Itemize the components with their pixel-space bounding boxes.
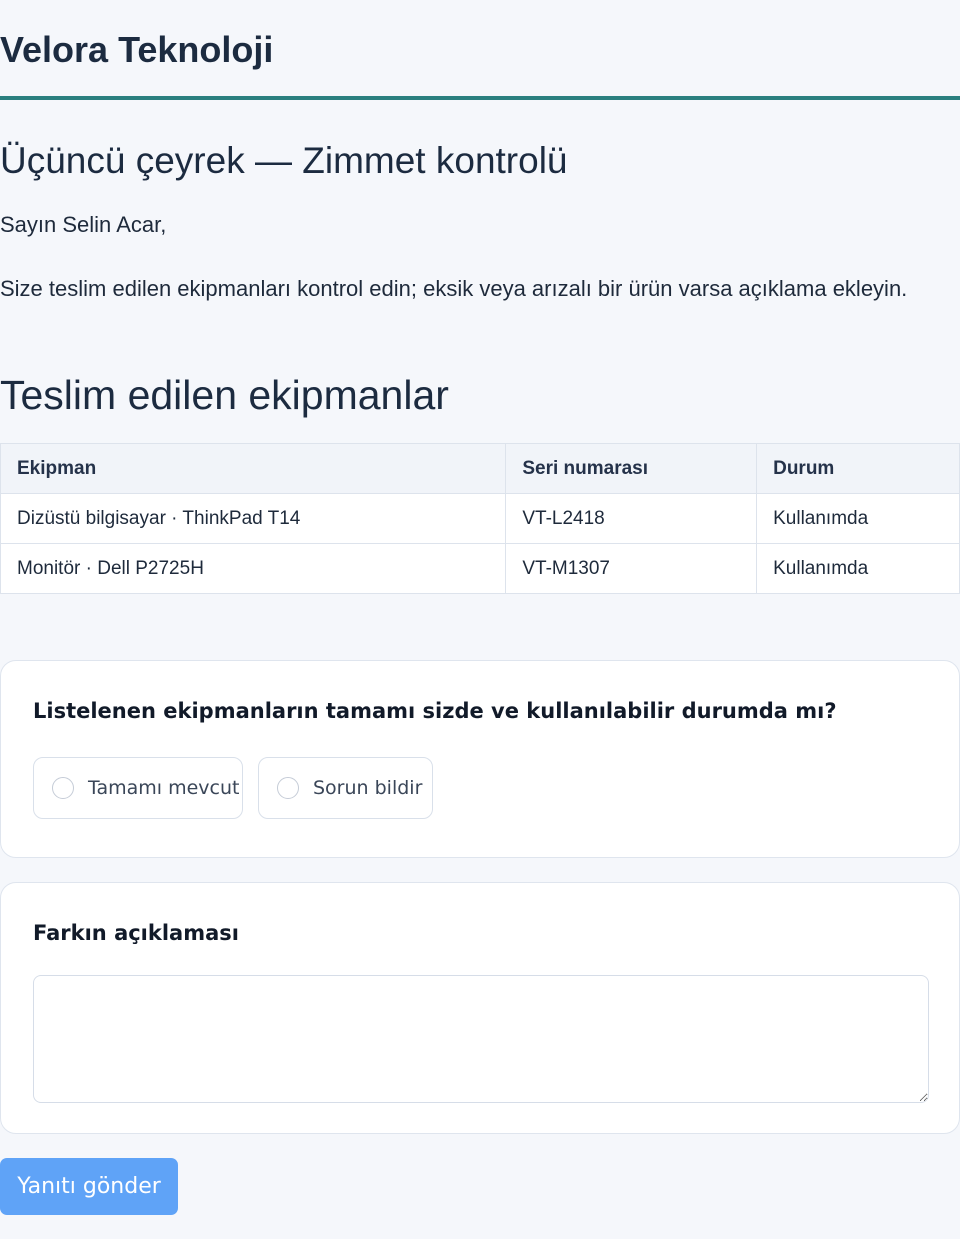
site-header: Velora Teknoloji (0, 0, 960, 100)
difference-note-card: Farkın açıklaması (0, 882, 960, 1134)
submit-button[interactable]: Yanıtı gönder (0, 1158, 178, 1215)
radio-circle-icon[interactable] (277, 777, 299, 799)
option-label: Sorun bildir (313, 777, 423, 799)
equipment-table: Ekipman Seri numarası Durum Dizüstü bilg… (0, 443, 960, 594)
note-label: Farkın açıklaması (33, 921, 239, 945)
table-row: Dizüstü bilgisayar · ThinkPad T14 VT-L24… (0, 493, 960, 544)
table-header-row: Ekipman Seri numarası Durum (0, 443, 960, 494)
option-report-issue[interactable]: Sorun bildir (258, 757, 433, 819)
question-label: Listelenen ekipmanların tamamı sizde ve … (33, 699, 837, 723)
cell-serial: VT-L2418 (505, 493, 758, 544)
cell-equipment: Dizüstü bilgisayar · ThinkPad T14 (0, 493, 507, 544)
option-label: Tamamı mevcut (88, 777, 240, 799)
cell-status: Kullanımda (756, 543, 960, 594)
cell-serial: VT-M1307 (505, 543, 758, 594)
radio-circle-icon[interactable] (52, 777, 74, 799)
availability-question-card: Listelenen ekipmanların tamamı sizde ve … (0, 660, 960, 858)
cell-equipment: Monitör · Dell P2725H (0, 543, 507, 594)
section-title: Teslim edilen ekipmanlar (0, 372, 449, 418)
intro-text: Size teslim edilen ekipmanları kontrol e… (0, 276, 908, 301)
page-title: Üçüncü çeyrek — Zimmet kontrolü (0, 140, 568, 181)
cell-status: Kullanımda (756, 493, 960, 544)
brand-name: Velora Teknoloji (0, 29, 274, 70)
column-header-status: Durum (756, 443, 960, 494)
column-header-serial: Seri numarası (505, 443, 758, 494)
column-header-equipment: Ekipman (0, 443, 507, 494)
table-row: Monitör · Dell P2725H VT-M1307 Kullanımd… (0, 543, 960, 594)
option-all-available[interactable]: Tamamı mevcut (33, 757, 243, 819)
difference-note-textarea[interactable] (33, 975, 929, 1103)
greeting-text: Sayın Selin Acar, (0, 212, 167, 237)
